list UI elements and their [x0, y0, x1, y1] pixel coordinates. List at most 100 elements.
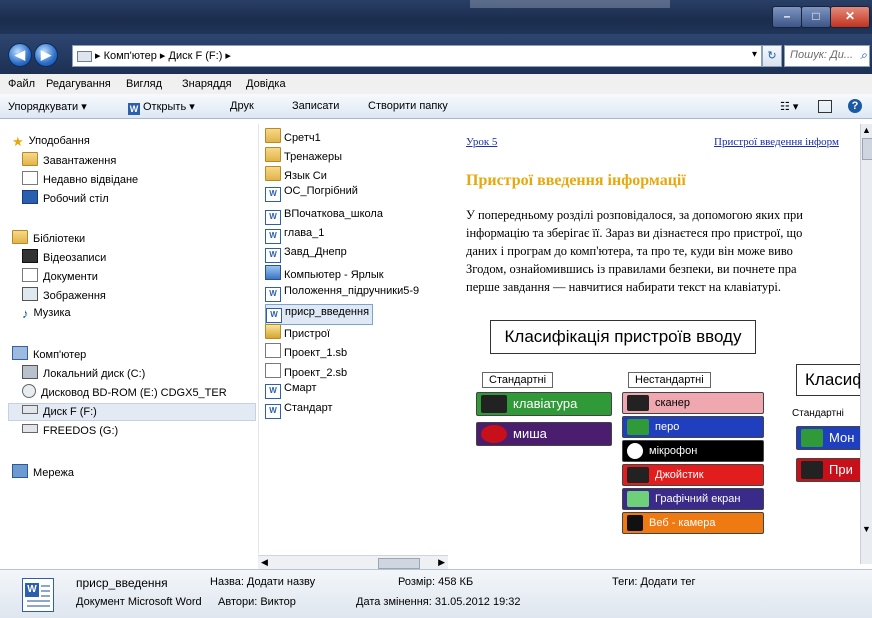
open-button[interactable]: W Открыть ▾ [128, 100, 195, 115]
joystick-icon [627, 467, 649, 483]
details-filetype: Документ Microsoft Word [76, 596, 202, 608]
search-icon[interactable]: ⌕ [860, 48, 867, 63]
file-name: Завд_Днепр [284, 246, 347, 258]
list-item[interactable]: W Завд_Днепр [265, 246, 347, 263]
nav-favorites[interactable]: ★ Уподобання [12, 134, 90, 149]
list-item[interactable]: W Смарт [265, 382, 317, 399]
details-authors[interactable]: Автори: Виктор [218, 596, 296, 608]
maximize-button[interactable]: □ [801, 6, 831, 28]
list-item[interactable]: Сретч1 [265, 128, 321, 144]
device-tablet: Графічний екран [622, 488, 764, 510]
nav-videos[interactable]: Відеозаписи [22, 249, 106, 264]
nav-local-c[interactable]: Локальний диск (C:) [22, 365, 145, 380]
nav-desktop[interactable]: Робочий стіл [22, 190, 109, 205]
file-name: Компьютер - Ярлык [284, 269, 384, 281]
help-icon[interactable]: ? [848, 99, 862, 113]
details-pane: W присp_введення Документ Microsoft Word… [0, 569, 872, 618]
address-bar[interactable]: ▸ Комп'ютер ▸ Диск F (F:) ▸ ▾ [72, 45, 762, 67]
nav-network[interactable]: Мережа [12, 464, 74, 479]
file-icon [265, 363, 281, 378]
burn-button[interactable]: Записати [292, 100, 339, 112]
organize-button[interactable]: Упорядкувати ▾ [8, 100, 87, 113]
list-item-selected[interactable]: Wприсp_введення [265, 304, 374, 325]
nav-disk-f[interactable]: Диск F (F:) [22, 405, 97, 418]
device-joystick: Джойстик [622, 464, 764, 486]
preview-pane-icon[interactable] [818, 100, 832, 113]
file-name: Проект_2.sb [284, 367, 348, 379]
menu-tools[interactable]: Знаряддя [182, 78, 232, 90]
topic-link[interactable]: Пристрої введення інформ [714, 136, 839, 148]
scroll-left-icon[interactable]: ◀ [261, 557, 268, 568]
paragraph-line: інформацію та зберігає її. Зараз ви дізн… [466, 226, 803, 240]
group-nonstandard-label: Нестандартні [628, 372, 711, 388]
chevron-down-icon[interactable]: ▾ [752, 49, 757, 60]
list-item[interactable]: W ОС_Погрібний [265, 185, 358, 202]
refresh-button[interactable]: ↻ [762, 45, 782, 67]
nav-label: FREEDOS (G:) [43, 425, 119, 437]
device-keyboard: клавіатура [476, 392, 612, 416]
new-folder-button[interactable]: Створити папку [368, 100, 448, 112]
nav-pictures[interactable]: Зображення [22, 287, 106, 302]
details-title[interactable]: Назва: Додати назву [210, 576, 315, 588]
scroll-down-icon[interactable]: ▼ [862, 524, 871, 534]
lesson-link[interactable]: Урок 5 [466, 136, 497, 148]
menu-file[interactable]: Файл [8, 78, 35, 90]
forward-button[interactable]: ▶ [34, 43, 58, 67]
shortcut-icon [265, 265, 281, 280]
arrow-left-icon: ◀ [15, 47, 25, 62]
nav-downloads[interactable]: Завантаження [22, 152, 116, 167]
nav-recent[interactable]: Недавно відвідане [22, 171, 138, 186]
file-name: присp_введення [285, 306, 370, 318]
menu-view[interactable]: Вигляд [126, 78, 162, 90]
list-item[interactable]: Проект_2.sb [265, 363, 347, 379]
word-doc-icon: W [265, 187, 281, 202]
title-bar-highlight [470, 0, 670, 8]
list-item[interactable]: Компьютер - Ярлык [265, 265, 384, 281]
list-item[interactable]: Тренажеры [265, 147, 342, 163]
list-item[interactable]: Язык Си [265, 166, 327, 182]
libraries-icon [12, 230, 28, 244]
scrollbar-thumb[interactable] [378, 558, 420, 569]
close-button[interactable]: ✕ [830, 6, 870, 28]
word-doc-icon: W [265, 229, 281, 244]
view-options-icon[interactable]: ☷ ▾ [780, 100, 798, 113]
document-icon [22, 268, 38, 282]
scrollbar-thumb[interactable] [862, 138, 872, 160]
list-item[interactable]: W ВПочаткова_школа [265, 208, 383, 225]
document-heading: Пристрої введення інформації [466, 172, 686, 189]
menu-edit[interactable]: Редагування [46, 78, 111, 90]
device-label: мікрофон [649, 445, 698, 457]
horizontal-scrollbar[interactable]: ◀ ▶ [258, 555, 448, 570]
nav-bd-rom[interactable]: Дисковод BD-ROM (E:) CDGX5_TER [22, 384, 227, 399]
nav-documents[interactable]: Документи [22, 268, 98, 283]
scroll-right-icon[interactable]: ▶ [438, 557, 445, 568]
nav-libraries[interactable]: Бібліотеки [12, 230, 85, 245]
title-bar: – □ ✕ [0, 0, 872, 34]
list-item[interactable]: Wглава_1 [265, 227, 324, 244]
nav-music[interactable]: ♪ Музика [22, 306, 71, 321]
scroll-up-icon[interactable]: ▲ [862, 125, 871, 135]
vertical-scrollbar[interactable]: ▲ ▼ [860, 124, 872, 564]
list-item[interactable]: Проект_1.sb [265, 343, 347, 359]
details-modified: Дата змінення: 31.05.2012 19:32 [356, 596, 521, 608]
minimize-button[interactable]: – [772, 6, 802, 28]
list-item[interactable]: W Положення_підручники5-9 [265, 285, 419, 302]
file-name: ВПочаткова_школа [284, 208, 383, 220]
list-item[interactable]: W Стандарт [265, 402, 333, 419]
nav-label: Завантаження [43, 155, 117, 167]
device-mouse: миша [476, 422, 612, 446]
device-label: клавіатура [513, 396, 578, 411]
nav-computer[interactable]: Комп'ютер [12, 346, 86, 361]
device-label: Мон [829, 430, 855, 445]
breadcrumb[interactable]: ▸ Комп'ютер ▸ Диск F (F:) ▸ [95, 49, 231, 62]
list-item[interactable]: Пристрої [265, 324, 330, 340]
device-printer: При [796, 458, 860, 482]
print-button[interactable]: Друк [230, 100, 254, 112]
back-button[interactable]: ◀ [8, 43, 32, 67]
file-icon [265, 343, 281, 358]
menu-help[interactable]: Довідка [246, 78, 286, 90]
details-filename: присp_введення [76, 576, 168, 590]
nav-freedos[interactable]: FREEDOS (G:) [22, 424, 118, 437]
search-input[interactable]: Пошук: Ди... ⌕ [784, 45, 870, 67]
details-tags[interactable]: Теги: Додати тег [612, 576, 696, 588]
